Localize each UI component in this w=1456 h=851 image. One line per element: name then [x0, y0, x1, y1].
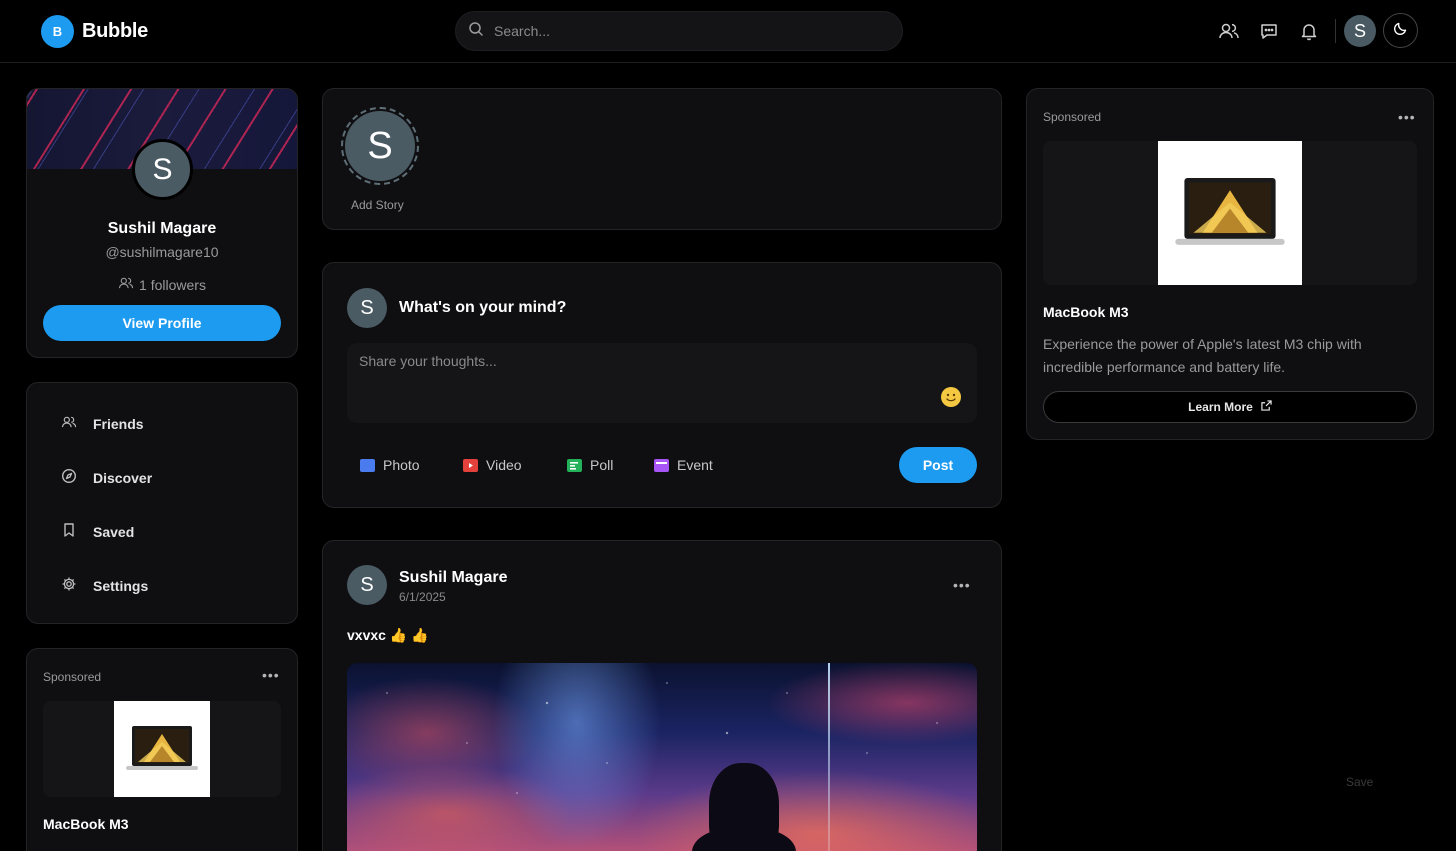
sponsored-label: Sponsored	[43, 670, 102, 684]
sponsored-card-right: Sponsored ••• MacBook M3 Experience the …	[1026, 88, 1434, 440]
calendar-icon	[654, 458, 669, 472]
theme-toggle-button[interactable]	[1383, 13, 1418, 48]
profile-card: S Sushil Magare @sushilmagare10 1 follow…	[26, 88, 298, 358]
search-bar[interactable]	[455, 11, 903, 51]
followers-count: 1 followers	[27, 275, 297, 294]
image-icon	[360, 458, 375, 472]
sidebar-item-label: Settings	[93, 577, 149, 594]
more-options-icon[interactable]: •••	[953, 577, 971, 593]
search-input[interactable]	[494, 23, 874, 39]
profile-name: Sushil Magare	[107, 220, 217, 237]
avatar[interactable]: S	[1344, 15, 1376, 47]
ad-title: MacBook M3	[1043, 304, 1129, 320]
bookmark-icon	[61, 522, 77, 541]
story-avatar: S	[345, 111, 415, 181]
chat-icon[interactable]	[1258, 20, 1280, 42]
post-card: S Sushil Magare 6/1/2025 ••• vxvxc 👍 👍	[322, 540, 1002, 851]
sidebar-item-friends[interactable]: Friends	[61, 414, 144, 433]
header-divider	[1335, 19, 1336, 43]
add-story-button[interactable]: S	[341, 107, 419, 185]
users-icon	[118, 275, 134, 294]
ad-title: MacBook M3	[43, 816, 129, 832]
ad-description: Experience the power of Apple's latest M…	[1043, 336, 1362, 375]
poll-icon	[567, 458, 582, 472]
attach-event-button[interactable]: Event	[654, 457, 713, 473]
more-options-icon[interactable]: •••	[262, 667, 280, 683]
avatar[interactable]: S	[347, 288, 387, 328]
post-composer: S What's on your mind? Photo Video Poll …	[322, 262, 1002, 508]
top-header: B Bubble S	[0, 0, 1456, 63]
stories-card: S Add Story	[322, 88, 1002, 230]
users-icon[interactable]	[1218, 20, 1240, 42]
laptop-image[interactable]	[114, 701, 210, 797]
more-options-icon[interactable]: •••	[1398, 109, 1416, 125]
attach-poll-label: Poll	[590, 457, 614, 473]
sidebar-item-saved[interactable]: Saved	[61, 522, 134, 541]
brand-badge: B	[41, 15, 74, 48]
view-profile-button[interactable]: View Profile	[43, 305, 281, 341]
brand-name: Bubble	[82, 20, 148, 42]
add-story-label: Add Story	[351, 198, 404, 212]
search-icon	[468, 21, 484, 42]
composer-textarea[interactable]	[347, 343, 977, 423]
sponsored-label: Sponsored	[1043, 110, 1102, 124]
sidebar-item-label: Saved	[93, 523, 135, 540]
sidebar-item-label: Friends	[93, 415, 144, 432]
brand-logo[interactable]: B Bubble	[41, 15, 148, 48]
profile-avatar[interactable]: S	[132, 139, 193, 200]
attach-video-button[interactable]: Video	[463, 457, 522, 473]
sidebar-item-discover[interactable]: Discover	[61, 468, 152, 487]
light-beam	[828, 663, 830, 851]
sponsored-card-left: Sponsored ••• MacBook M3	[26, 648, 298, 851]
sidebar-item-settings[interactable]: Settings	[61, 576, 148, 595]
post-date: 6/1/2025	[399, 590, 446, 604]
post-image[interactable]	[347, 663, 977, 851]
sidebar-nav: Friends Discover Saved Settings	[26, 382, 298, 624]
gear-icon	[61, 576, 77, 595]
followers-label: 1 followers	[139, 276, 206, 293]
users-icon	[61, 414, 77, 433]
moon-icon	[1393, 20, 1409, 41]
sidebar-item-label: Discover	[93, 469, 153, 486]
avatar[interactable]: S	[347, 565, 387, 605]
attach-poll-button[interactable]: Poll	[567, 457, 613, 473]
attach-photo-button[interactable]: Photo	[360, 457, 420, 473]
learn-more-button[interactable]: Learn More	[1043, 391, 1417, 423]
ad-image-frame	[43, 701, 281, 797]
stars-layer	[347, 663, 977, 851]
emoji-icon[interactable]	[941, 387, 961, 407]
laptop-image[interactable]	[1158, 141, 1302, 285]
floating-save-label[interactable]: Save	[1346, 775, 1373, 789]
bell-icon[interactable]	[1298, 20, 1320, 42]
profile-handle: @sushilmagare10	[105, 244, 219, 260]
post-author[interactable]: Sushil Magare	[399, 569, 507, 587]
composer-prompt: What's on your mind?	[399, 299, 567, 316]
compass-icon	[61, 468, 77, 487]
attach-photo-label: Photo	[383, 457, 420, 473]
post-text: vxvxc 👍 👍	[347, 627, 429, 643]
post-button[interactable]: Post	[899, 447, 977, 483]
attach-video-label: Video	[486, 457, 522, 473]
attach-event-label: Event	[677, 457, 713, 473]
ad-image-frame	[1043, 141, 1417, 285]
learn-more-label: Learn More	[1188, 400, 1253, 414]
external-link-icon	[1261, 400, 1272, 414]
video-icon	[463, 458, 478, 472]
